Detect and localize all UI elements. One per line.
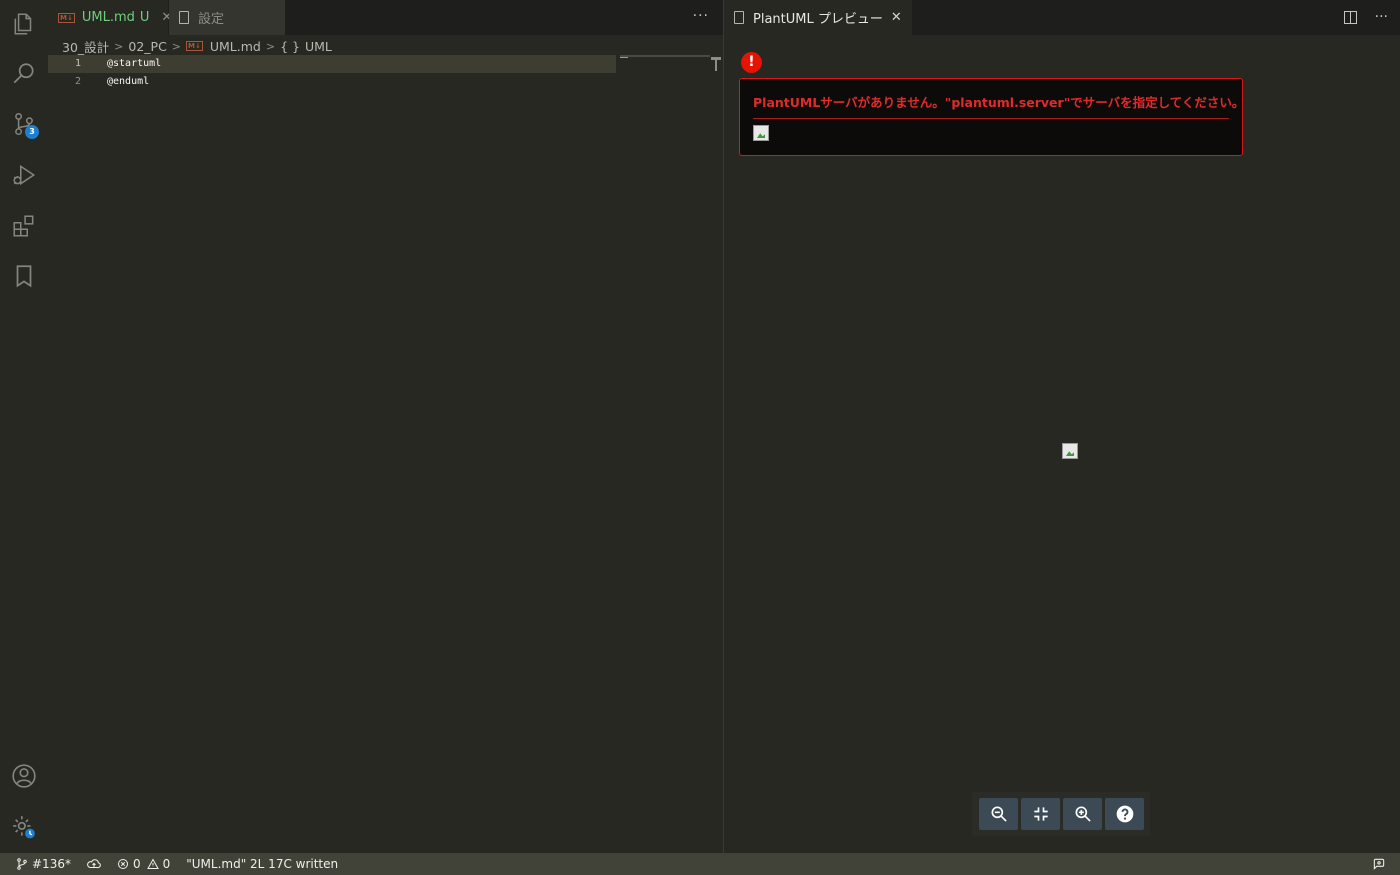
markdown-icon: M↓ xyxy=(186,41,203,51)
run-debug-icon[interactable] xyxy=(0,151,48,199)
broken-image-icon xyxy=(753,125,769,141)
breadcrumb: 30_設計 > 02_PC > M↓ UML.md > { } UML xyxy=(62,37,332,55)
broken-image-icon xyxy=(1062,443,1078,459)
source-control-icon[interactable]: 3 xyxy=(0,100,48,148)
bookmarks-icon[interactable] xyxy=(0,252,48,300)
fit-to-window-button[interactable] xyxy=(1021,798,1060,830)
tab-settings[interactable]: 設定 xyxy=(169,0,285,35)
git-branch-icon xyxy=(17,858,27,870)
minimap[interactable] xyxy=(620,55,710,57)
problems-indicator[interactable]: 0 0 xyxy=(117,857,170,871)
left-tab-bar: M↓ UML.md U ✕ 設定 ··· xyxy=(48,0,723,35)
branch-indicator[interactable]: #136* xyxy=(16,857,71,871)
help-button[interactable] xyxy=(1105,798,1144,830)
error-count: 0 xyxy=(132,857,141,871)
explorer-icon[interactable] xyxy=(0,0,48,48)
right-editor-group: PlantUML プレビュー ✕ ··· ! PlantUMLサーバがありません… xyxy=(724,0,1400,853)
split-editor-icon[interactable] xyxy=(1343,11,1357,24)
vscode-window: 3 M↓ UML.md U ✕ 設定 ··· 30_設計 > 02_PC > M… xyxy=(0,0,1400,875)
untracked-status: U xyxy=(139,10,150,25)
zoom-in-button[interactable] xyxy=(1063,798,1102,830)
source-control-badge: 3 xyxy=(25,125,39,139)
left-editor-group: M↓ UML.md U ✕ 設定 ··· 30_設計 > 02_PC > M↓ … xyxy=(48,0,723,853)
right-tab-bar: PlantUML プレビュー ✕ ··· xyxy=(724,0,1400,35)
chevron-right-icon: > xyxy=(171,39,182,53)
breadcrumb-symbol[interactable]: UML xyxy=(305,39,332,54)
tab-label: PlantUML プレビュー xyxy=(753,12,883,27)
breadcrumb-folder[interactable]: 02_PC xyxy=(128,39,166,54)
status-bar: #136* 0 0 "UML.md" 2L 17C written xyxy=(0,853,1400,875)
search-icon[interactable] xyxy=(0,50,48,98)
error-message: PlantUMLサーバがありません。"plantuml.server"でサーバを… xyxy=(753,95,1245,110)
error-divider xyxy=(753,118,1229,119)
editor-actions: ··· xyxy=(1343,9,1388,25)
code-line[interactable]: 2 @enduml xyxy=(48,73,616,91)
settings-gear-icon[interactable] xyxy=(0,803,48,851)
file-icon xyxy=(734,11,744,24)
error-panel: PlantUMLサーバがありません。"plantuml.server"でサーバを… xyxy=(739,78,1245,156)
zoom-toolbar xyxy=(972,792,1150,836)
more-actions-button[interactable]: ··· xyxy=(1375,9,1388,25)
warning-icon xyxy=(146,858,159,869)
line-number: 2 xyxy=(74,76,81,87)
code-text: @startuml xyxy=(107,58,162,69)
sync-button[interactable] xyxy=(87,858,101,870)
code-text: @enduml xyxy=(107,76,150,87)
zoom-out-icon xyxy=(991,806,1007,822)
zoom-out-button[interactable] xyxy=(979,798,1018,830)
chevron-right-icon: > xyxy=(265,39,276,53)
code-line[interactable]: 1 @startuml xyxy=(48,55,616,73)
extensions-icon[interactable] xyxy=(0,202,48,250)
accounts-icon[interactable] xyxy=(0,752,48,800)
chevron-right-icon: > xyxy=(114,39,124,53)
breadcrumb-folder[interactable]: 30_設計 xyxy=(62,37,109,56)
status-text: "UML.md" 2L 17C written xyxy=(186,857,339,871)
feedback-icon xyxy=(1373,858,1385,870)
tab-uml-md[interactable]: M↓ UML.md U ✕ xyxy=(48,0,172,35)
activity-bar: 3 xyxy=(0,0,48,853)
minimap-slider[interactable] xyxy=(620,55,628,58)
feedback-button[interactable] xyxy=(1372,857,1386,874)
branch-name: #136* xyxy=(32,857,71,871)
zoom-in-icon xyxy=(1075,806,1091,822)
markdown-icon: M↓ xyxy=(58,12,75,23)
tab-plantuml-preview[interactable]: PlantUML プレビュー ✕ xyxy=(724,0,912,35)
tab-label: 設定 xyxy=(198,12,225,27)
tab-label: UML.md xyxy=(81,10,135,25)
warning-count: 0 xyxy=(162,857,171,871)
close-icon[interactable]: ✕ xyxy=(891,10,902,25)
fit-icon xyxy=(1033,807,1048,821)
more-actions-button[interactable]: ··· xyxy=(693,8,709,24)
error-circle-icon xyxy=(117,859,128,869)
breadcrumb-file[interactable]: UML.md xyxy=(210,39,261,54)
cloud-upload-icon xyxy=(87,859,101,869)
braces-icon: { } xyxy=(280,38,300,54)
line-number: 1 xyxy=(74,58,81,69)
code-editor[interactable]: 1 @startuml 2 @enduml xyxy=(48,55,723,853)
help-icon xyxy=(1116,805,1133,823)
error-icon: ! xyxy=(741,52,762,73)
status-message: "UML.md" 2L 17C written xyxy=(186,857,338,871)
overview-ruler-icon[interactable] xyxy=(711,57,721,71)
file-icon xyxy=(179,11,189,24)
